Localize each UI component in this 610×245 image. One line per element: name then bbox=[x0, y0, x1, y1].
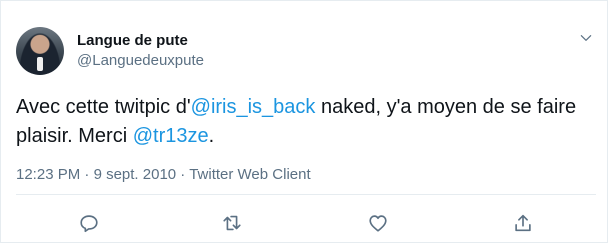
mention-link[interactable]: @iris_is_back bbox=[191, 96, 316, 118]
tweet-meta: 12:23 PM · 9 sept. 2010 · Twitter Web Cl… bbox=[16, 166, 311, 183]
tweet-date[interactable]: 9 sept. 2010 bbox=[94, 166, 177, 183]
tweet-card: Langue de pute @Languedeuxpute Avec cett… bbox=[0, 0, 608, 243]
meta-separator: · bbox=[80, 166, 94, 183]
retweet-icon[interactable] bbox=[221, 212, 243, 234]
tweet-client: Twitter Web Client bbox=[189, 166, 311, 183]
reply-icon[interactable] bbox=[78, 212, 100, 234]
meta-separator: · bbox=[176, 166, 190, 183]
author-name[interactable]: Langue de pute bbox=[77, 32, 188, 49]
tweet-text-part: . bbox=[208, 125, 215, 147]
divider bbox=[16, 194, 596, 195]
chevron-down-icon[interactable] bbox=[579, 31, 593, 45]
avatar[interactable] bbox=[16, 27, 64, 75]
author-handle[interactable]: @Languedeuxpute bbox=[77, 52, 204, 69]
tweet-text: Avec cette twitpic d'@iris_is_back naked… bbox=[16, 93, 596, 151]
tweet-time[interactable]: 12:23 PM bbox=[16, 166, 80, 183]
heart-icon[interactable] bbox=[367, 212, 389, 234]
mention-link[interactable]: @tr13ze bbox=[133, 125, 209, 147]
share-icon[interactable] bbox=[512, 212, 534, 234]
tweet-text-part: Avec cette twitpic d' bbox=[16, 96, 191, 118]
